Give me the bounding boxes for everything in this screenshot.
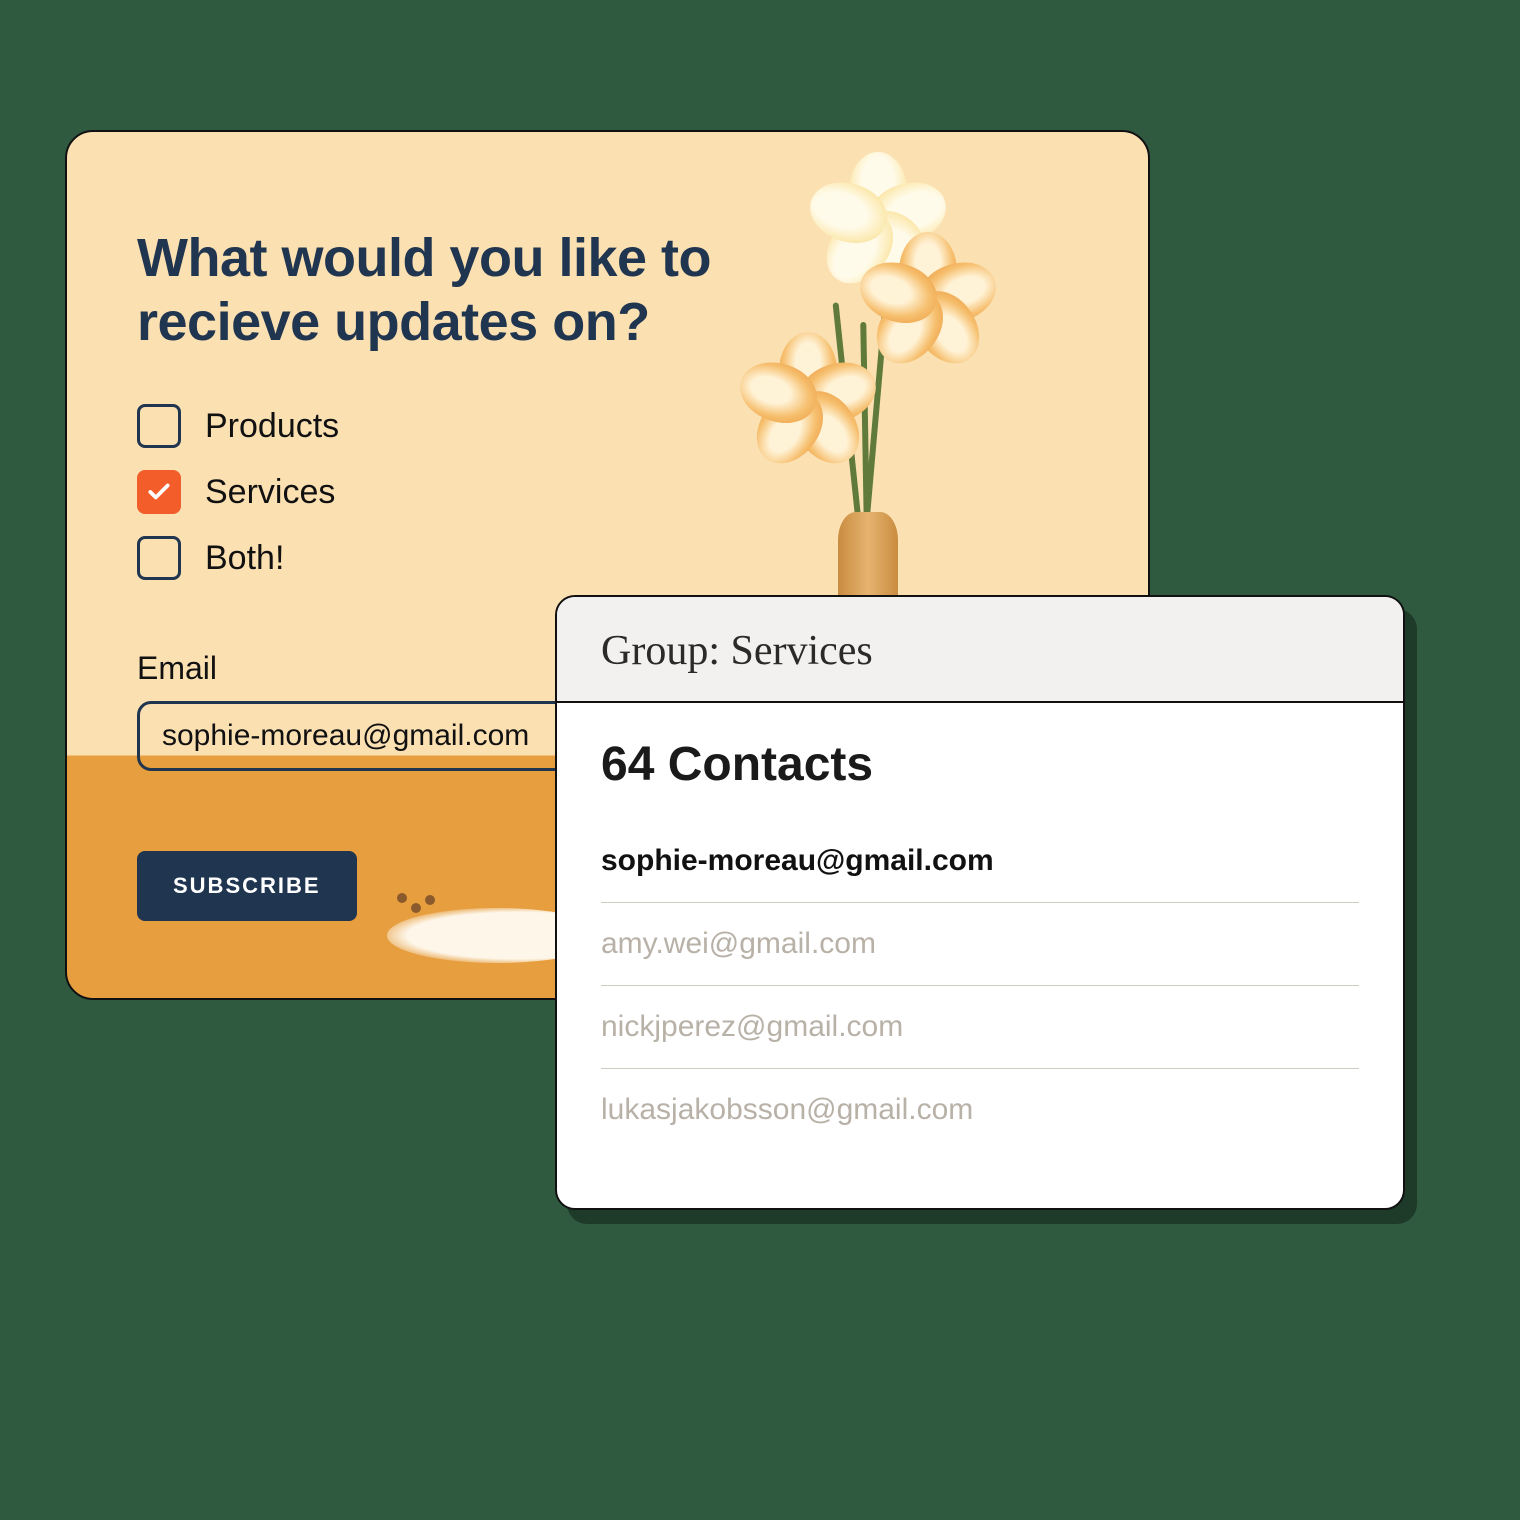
contact-row[interactable]: amy.wei@gmail.com xyxy=(601,903,1359,986)
option-row-both[interactable]: Both! xyxy=(137,536,1078,580)
subscribe-button[interactable]: SUBSCRIBE xyxy=(137,851,357,921)
form-heading: What would you like to recieve updates o… xyxy=(137,227,837,354)
update-options: Products Services Both! xyxy=(137,404,1078,580)
contacts-body: 64 Contacts sophie-moreau@gmail.com amy.… xyxy=(557,703,1403,1151)
contact-row[interactable]: lukasjakobsson@gmail.com xyxy=(601,1069,1359,1151)
check-icon xyxy=(146,479,172,505)
option-row-services[interactable]: Services xyxy=(137,470,1078,514)
checkbox-both[interactable] xyxy=(137,536,181,580)
checkbox-products[interactable] xyxy=(137,404,181,448)
checkbox-services[interactable] xyxy=(137,470,181,514)
option-label: Products xyxy=(205,407,339,446)
option-label: Both! xyxy=(205,539,284,578)
contact-row[interactable]: nickjperez@gmail.com xyxy=(601,986,1359,1069)
contacts-panel: Group: Services 64 Contacts sophie-morea… xyxy=(555,595,1405,1210)
option-label: Services xyxy=(205,473,335,512)
option-row-products[interactable]: Products xyxy=(137,404,1078,448)
contact-row[interactable]: sophie-moreau@gmail.com xyxy=(601,820,1359,903)
contacts-count: 64 Contacts xyxy=(601,737,1359,792)
contacts-group-header: Group: Services xyxy=(557,597,1403,703)
